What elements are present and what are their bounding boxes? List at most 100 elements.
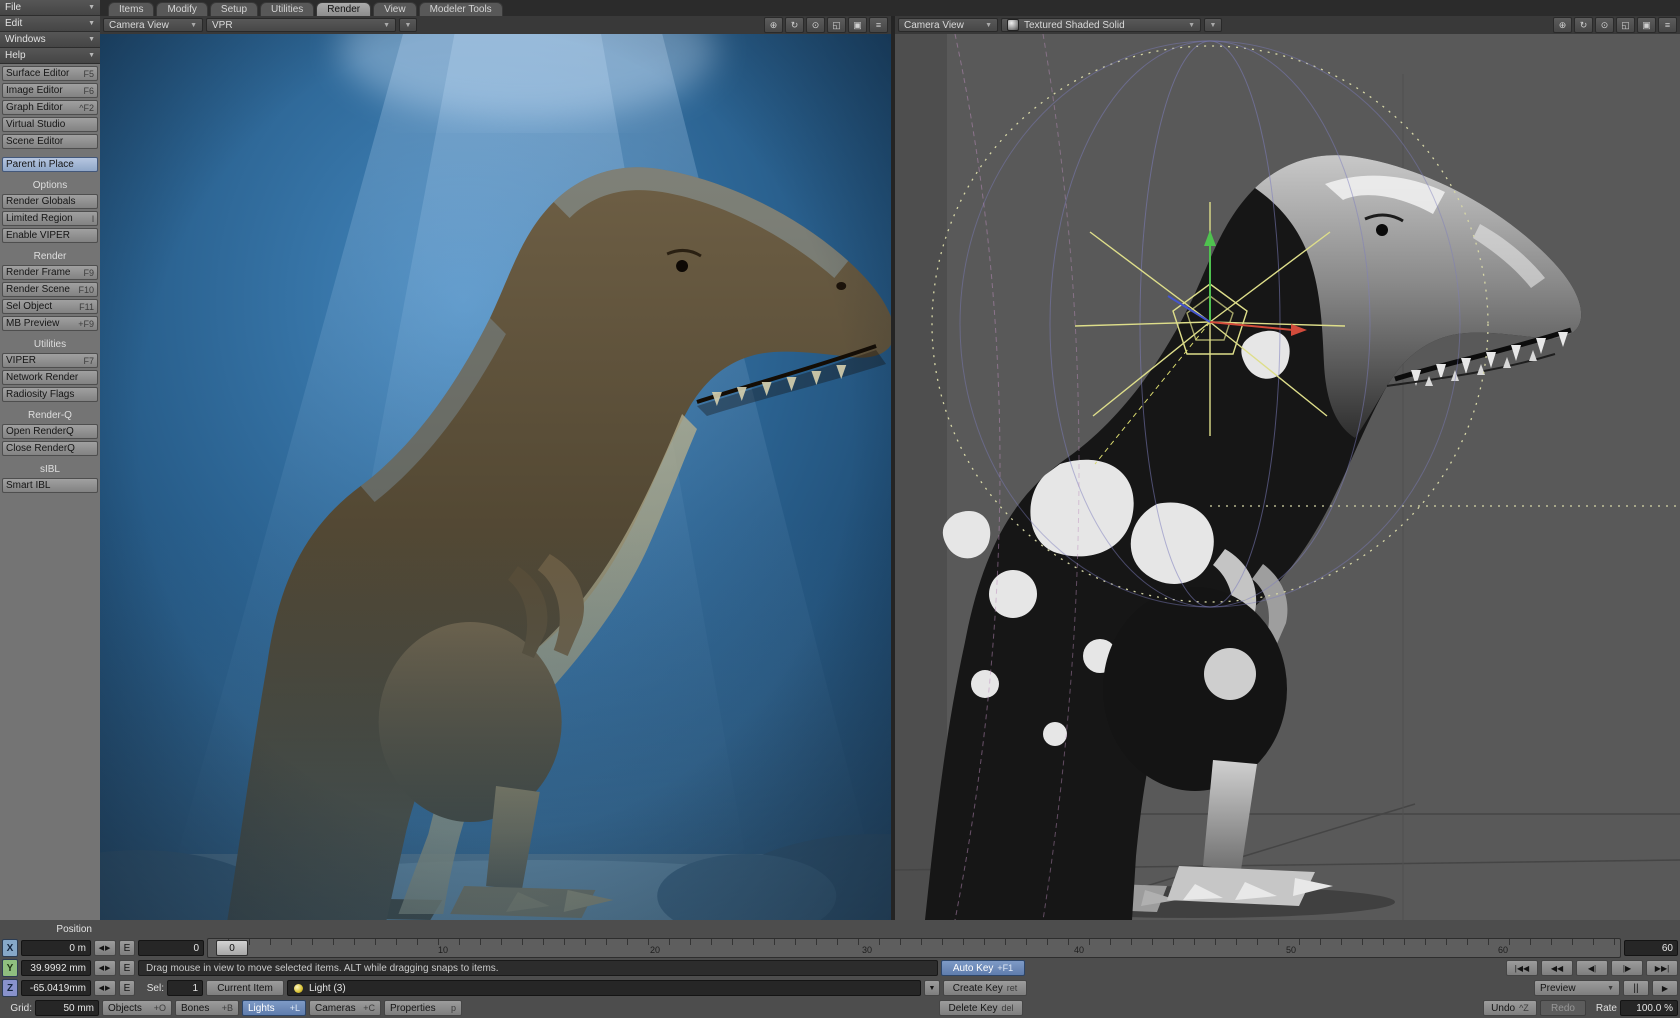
timeline-ruler[interactable]: 0 10 20 30 40 50 60 0 [207, 938, 1621, 958]
mode-lights-button[interactable]: Lights +L [242, 1000, 306, 1016]
step-back-button[interactable]: ◀| [1576, 960, 1608, 976]
parent-in-place-button[interactable]: Parent in Place [2, 157, 98, 172]
viper-button[interactable]: VIPER F7 [2, 353, 98, 368]
render-globals-button[interactable]: Render Globals [2, 194, 98, 209]
view-type-dropdown[interactable]: Camera View ▼ [103, 18, 203, 32]
open-renderq-button[interactable]: Open RenderQ [2, 424, 98, 439]
trex-foot [1167, 866, 1315, 906]
rotate-icon[interactable]: ↻ [1574, 17, 1593, 33]
tab-view[interactable]: View [373, 2, 417, 16]
position-label: Position [0, 924, 92, 935]
viewport-icon-strip: ⊕ ↻ ⊙ ◱ ▣ ≡ [1553, 17, 1677, 33]
current-item-dropdown[interactable]: Light (3) [287, 980, 921, 996]
radiosity-flags-button[interactable]: Radiosity Flags [2, 387, 98, 402]
auto-key-button[interactable]: Auto Key +F1 [941, 960, 1025, 976]
scene-editor-button[interactable]: Scene Editor [2, 134, 98, 149]
limited-region-button[interactable]: Limited Region l [2, 211, 98, 226]
render-frame-button[interactable]: Render Frame F9 [2, 265, 98, 280]
previous-key-button[interactable]: ◀◀ [1541, 960, 1573, 976]
zoom-icon[interactable]: ⊙ [806, 17, 825, 33]
network-render-button[interactable]: Network Render [2, 370, 98, 385]
pan-icon[interactable]: ⊕ [1553, 17, 1572, 33]
image-editor-button[interactable]: Image Editor F6 [2, 83, 98, 98]
enable-viper-button[interactable]: Enable VIPER [2, 228, 98, 243]
button-label: Create Key [953, 983, 1003, 994]
grid-size-field[interactable]: 50 mm [35, 1000, 99, 1016]
rotate-icon[interactable]: ↻ [785, 17, 804, 33]
current-item-chevron-button[interactable]: ▼ [924, 980, 940, 996]
properties-button[interactable]: Properties p [384, 1000, 462, 1016]
chevron-down-icon: ▼ [88, 52, 95, 59]
zoom-icon[interactable]: ⊙ [1595, 17, 1614, 33]
position-z-field[interactable]: -65.0419mm [21, 980, 91, 996]
viewport-right-canvas[interactable] [895, 34, 1680, 920]
mode-cameras-button[interactable]: Cameras +C [309, 1000, 381, 1016]
menu-help[interactable]: Help ▼ [0, 48, 100, 64]
tick-label: 60 [1498, 945, 1508, 955]
preview-dropdown[interactable]: Preview ▼ [1534, 980, 1620, 996]
mode-objects-button[interactable]: Objects +O [102, 1000, 172, 1016]
surface-editor-button[interactable]: Surface Editor F5 [2, 66, 98, 81]
envelope-x-button[interactable]: E [119, 940, 135, 956]
menu-icon[interactable]: ≡ [1658, 17, 1677, 33]
viewport-right-header: Camera View ▼ Textured Shaded Solid ▼ ▼ … [895, 16, 1680, 34]
current-item-button[interactable]: Current Item [206, 980, 284, 996]
position-x-field[interactable]: 0 m [21, 940, 91, 956]
go-to-end-button[interactable]: ▶▶| [1646, 960, 1678, 976]
position-z-spinner[interactable]: ◀▶ [94, 980, 116, 996]
create-key-button[interactable]: Create Key ret [943, 980, 1027, 996]
undo-button[interactable]: Undo ^Z [1483, 1000, 1537, 1016]
tab-utilities[interactable]: Utilities [260, 2, 314, 16]
render-mode-dropdown[interactable]: VPR ▼ [206, 18, 396, 32]
snapshot-icon[interactable]: ▣ [1637, 17, 1656, 33]
tab-render[interactable]: Render [316, 2, 371, 16]
graph-editor-button[interactable]: Graph Editor ^F2 [2, 100, 98, 115]
menu-edit[interactable]: Edit ▼ [0, 16, 100, 32]
go-to-start-button[interactable]: |◀◀ [1506, 960, 1538, 976]
viewport-options-dropdown[interactable]: ▼ [1204, 18, 1222, 32]
menu-file[interactable]: File ▼ [0, 0, 100, 16]
tab-setup[interactable]: Setup [210, 2, 258, 16]
delete-key-button[interactable]: Delete Key del [939, 1000, 1023, 1016]
shortcut-label: F5 [83, 69, 94, 79]
redo-button[interactable]: Redo [1540, 1000, 1586, 1016]
step-forward-button[interactable]: |▶ [1611, 960, 1643, 976]
pause-button[interactable]: || [1623, 980, 1649, 996]
tab-items[interactable]: Items [108, 2, 154, 16]
snapshot-icon[interactable]: ▣ [848, 17, 867, 33]
tab-modify[interactable]: Modify [156, 2, 207, 16]
chevron-down-icon: ▼ [88, 4, 95, 11]
button-label: Preview [1540, 983, 1576, 994]
menu-icon[interactable]: ≡ [869, 17, 888, 33]
maximize-icon[interactable]: ◱ [1616, 17, 1635, 33]
chevron-down-icon: ▼ [985, 22, 992, 29]
frame-slider-handle[interactable]: 0 [216, 940, 248, 956]
position-y-field[interactable]: 39.9992 mm [21, 960, 91, 976]
tab-modeler-tools[interactable]: Modeler Tools [419, 2, 503, 16]
close-renderq-button[interactable]: Close RenderQ [2, 441, 98, 456]
maximize-icon[interactable]: ◱ [827, 17, 846, 33]
position-x-spinner[interactable]: ◀▶ [94, 940, 116, 956]
sel-object-button[interactable]: Sel Object F11 [2, 299, 98, 314]
mode-bones-button[interactable]: Bones +B [175, 1000, 239, 1016]
virtual-studio-button[interactable]: Virtual Studio [2, 117, 98, 132]
pan-icon[interactable]: ⊕ [764, 17, 783, 33]
position-y-spinner[interactable]: ◀▶ [94, 960, 116, 976]
rate-field[interactable]: 100.0 % [1620, 1000, 1678, 1016]
render-mode-dropdown[interactable]: Textured Shaded Solid ▼ [1001, 18, 1201, 32]
render-scene-button[interactable]: Render Scene F10 [2, 282, 98, 297]
smart-ibl-button[interactable]: Smart IBL [2, 478, 98, 493]
mb-preview-button[interactable]: MB Preview +F9 [2, 316, 98, 331]
play-button[interactable]: ▶ [1652, 980, 1678, 996]
button-label: Close RenderQ [6, 443, 75, 454]
button-label: Render Globals [6, 196, 75, 207]
current-frame-field[interactable]: 0 [138, 940, 204, 956]
end-frame-field[interactable]: 60 [1624, 940, 1678, 956]
viewport-left-canvas[interactable] [100, 34, 891, 920]
envelope-z-button[interactable]: E [119, 980, 135, 996]
menu-windows[interactable]: Windows ▼ [0, 32, 100, 48]
view-type-dropdown[interactable]: Camera View ▼ [898, 18, 998, 32]
rate-label: Rate [1589, 1003, 1617, 1014]
envelope-y-button[interactable]: E [119, 960, 135, 976]
viewport-options-dropdown[interactable]: ▼ [399, 18, 417, 32]
